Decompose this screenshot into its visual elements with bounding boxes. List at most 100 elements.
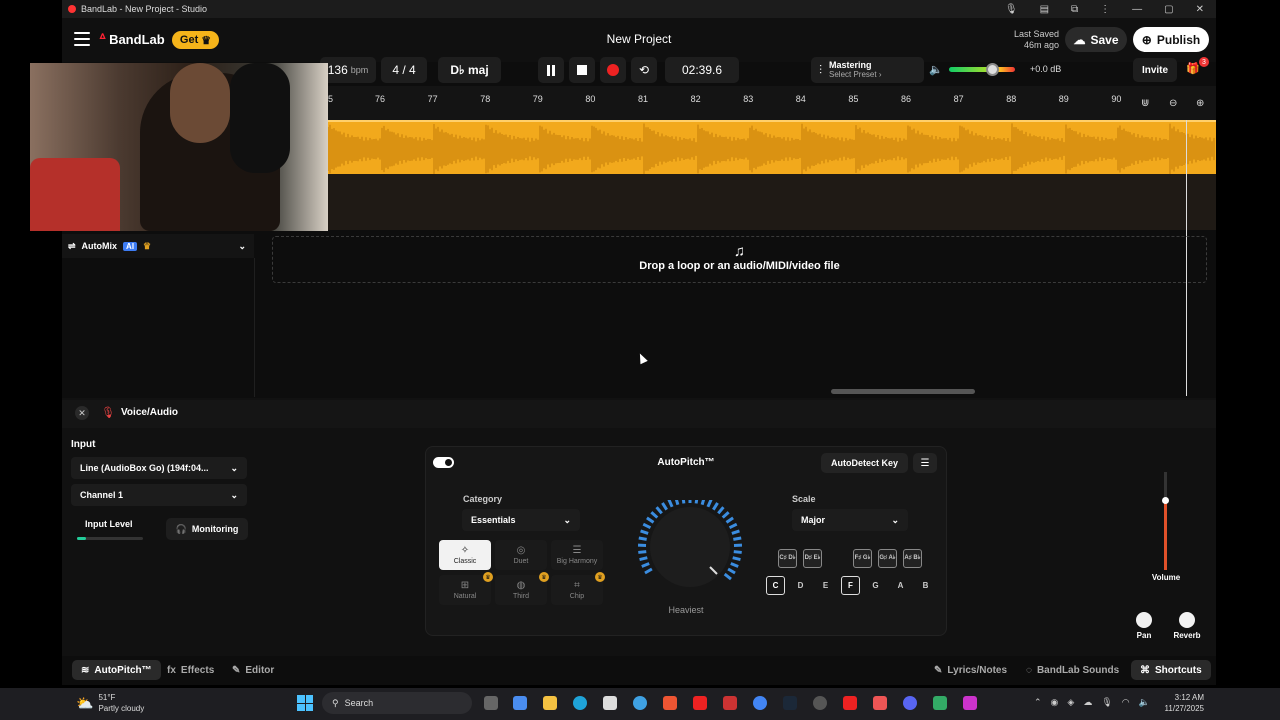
discord-icon[interactable]: [903, 696, 917, 710]
timeline-ruler[interactable]: 5 76 77 78 79 80 81 82 83 84 85 86 87 88 89 90: [328, 86, 1216, 120]
mastering-button[interactable]: ⫶ Mastering Select Preset ›: [811, 57, 924, 83]
maximize-button[interactable]: ▢: [1164, 4, 1173, 15]
master-volume-slider[interactable]: [949, 67, 1015, 72]
note-key[interactable]: G: [866, 576, 885, 595]
tab-bandlab-sounds[interactable]: ◌ BandLab Sounds: [1017, 660, 1128, 680]
app-icon[interactable]: [933, 696, 947, 710]
edge-icon[interactable]: [573, 696, 587, 710]
file-explorer-icon[interactable]: [543, 696, 557, 710]
close-window-button[interactable]: ✕: [1196, 4, 1204, 15]
extensions-icon[interactable]: ⧉: [1071, 4, 1078, 15]
taskbar-clock[interactable]: 3:12 AM 11/27/2025: [1158, 692, 1204, 714]
scale-select[interactable]: Major ⌄: [792, 509, 908, 531]
bandlab-taskbar-icon[interactable]: [843, 696, 857, 710]
zoom-in-icon[interactable]: ⊕: [1196, 98, 1210, 112]
settings-sliders-icon[interactable]: ☰: [913, 453, 937, 473]
track-lane[interactable]: [328, 174, 1216, 230]
autopitch-title: AutoPitch™: [657, 457, 715, 468]
app-icon[interactable]: [813, 696, 827, 710]
input-device-select[interactable]: Line (AudioBox Go) (194f:04... ⌄: [71, 457, 247, 479]
tab-effects[interactable]: fx Effects: [158, 660, 223, 680]
menu-icon[interactable]: [74, 32, 90, 46]
app-icon[interactable]: [633, 696, 647, 710]
tab-autopitch[interactable]: ≋ AutoPitch™: [72, 660, 161, 680]
note-key[interactable]: D: [791, 576, 810, 595]
app-icon[interactable]: [663, 696, 677, 710]
key-box[interactable]: D♭ maj: [438, 57, 501, 83]
tray-app-icon[interactable]: ◈: [1067, 697, 1074, 708]
microphone-icon[interactable]: 🎙: [1101, 697, 1112, 708]
publish-button[interactable]: ⊕ Publish: [1133, 27, 1209, 52]
project-title[interactable]: New Project: [560, 32, 718, 46]
tab-shortcuts[interactable]: ⌘ Shortcuts: [1131, 660, 1211, 680]
sharp-note-key[interactable]: A♯ B♭: [903, 549, 922, 568]
record-button[interactable]: [600, 57, 626, 83]
preset-duet[interactable]: ◎ Duet: [495, 540, 547, 570]
sharp-note-key[interactable]: C♯ D♭: [778, 549, 797, 568]
get-membership-button[interactable]: Get ♛: [172, 31, 219, 49]
chrome-icon[interactable]: [753, 696, 767, 710]
monitoring-button[interactable]: 🎧 Monitoring: [166, 518, 248, 540]
weather-widget[interactable]: ⛅ 51°F Partly cloudy: [76, 692, 144, 714]
invite-button[interactable]: Invite: [1133, 58, 1177, 82]
taskbar-search[interactable]: ⚲ Search: [322, 692, 472, 714]
pan-knob[interactable]: [1136, 612, 1152, 628]
pause-button[interactable]: [538, 57, 564, 83]
snap-magnet-icon[interactable]: ⋓: [1141, 98, 1155, 112]
drop-zone[interactable]: ♫ Drop a loop or an audio/MIDI/video fil…: [272, 236, 1207, 283]
sharp-note-key[interactable]: D♯ E♭: [803, 549, 822, 568]
sharp-note-key[interactable]: F♯ G♭: [853, 549, 872, 568]
preset-big-harmony[interactable]: ☰ Big Harmony: [551, 540, 603, 570]
note-key[interactable]: A: [891, 576, 910, 595]
youtube-icon[interactable]: [693, 696, 707, 710]
bandlab-logo[interactable]: ᐞ BandLab: [99, 31, 165, 47]
horizontal-scrollbar[interactable]: [831, 389, 975, 394]
more-icon[interactable]: ⋮: [1100, 4, 1110, 15]
note-key[interactable]: F: [841, 576, 860, 595]
note-key[interactable]: C: [766, 576, 785, 595]
master-volume-handle[interactable]: [986, 63, 999, 76]
sidebar-icon[interactable]: ▤: [1040, 4, 1049, 15]
autodetect-key-button[interactable]: AutoDetect Key: [821, 453, 908, 473]
reverb-knob[interactable]: [1179, 612, 1195, 628]
chevron-down-icon[interactable]: ⌄: [238, 241, 246, 252]
close-panel-button[interactable]: ✕: [75, 406, 89, 420]
note-key[interactable]: B: [916, 576, 935, 595]
autopitch-strength-knob[interactable]: [632, 495, 748, 600]
wifi-icon[interactable]: ◠: [1122, 697, 1130, 708]
stop-button[interactable]: [569, 57, 595, 83]
loop-button[interactable]: ⟲: [631, 57, 657, 83]
tray-app-icon[interactable]: ◉: [1051, 697, 1059, 708]
sharp-note-key[interactable]: G♯ A♭: [878, 549, 897, 568]
minimize-button[interactable]: —: [1132, 4, 1142, 15]
windows-start-icon[interactable]: [297, 695, 313, 711]
app-icon[interactable]: [723, 696, 737, 710]
channel-select[interactable]: Channel 1 ⌄: [71, 484, 247, 506]
save-button[interactable]: ☁ Save: [1065, 27, 1127, 52]
tempo-box[interactable]: 136 bpm: [320, 57, 376, 83]
autopitch-toggle[interactable]: [433, 457, 454, 468]
audio-clip[interactable]: [328, 120, 1216, 174]
speaker-icon[interactable]: 🔈: [929, 63, 943, 76]
tab-editor[interactable]: ✎ Editor: [223, 660, 283, 680]
volume-icon[interactable]: 🔈: [1139, 697, 1150, 708]
zoom-out-icon[interactable]: ⊖: [1169, 98, 1183, 112]
tab-lyrics-notes[interactable]: ✎ Lyrics/Notes: [925, 660, 1016, 680]
category-select[interactable]: Essentials ⌄: [462, 509, 580, 531]
track-volume-handle[interactable]: [1162, 497, 1169, 504]
app-icon[interactable]: [873, 696, 887, 710]
system-tray[interactable]: ⌃ ◉ ◈ ☁ 🎙 ◠ 🔈: [1034, 697, 1150, 708]
task-view-icon[interactable]: [484, 696, 498, 710]
store-icon[interactable]: [603, 696, 617, 710]
gift-icon[interactable]: 🎁: [1186, 62, 1200, 76]
note-key[interactable]: E: [816, 576, 835, 595]
mic-icon[interactable]: 🎙: [1005, 4, 1018, 15]
copilot-icon[interactable]: [513, 696, 527, 710]
time-signature-box[interactable]: 4 / 4: [381, 57, 427, 83]
automix-row[interactable]: ⇌ AutoMix AI ♛ ⌄: [62, 234, 254, 258]
chevron-up-icon[interactable]: ⌃: [1034, 697, 1042, 708]
tray-app-icon[interactable]: ☁: [1083, 697, 1092, 708]
app-icon[interactable]: [963, 696, 977, 710]
preset-classic[interactable]: ✧ Classic: [439, 540, 491, 570]
steam-icon[interactable]: [783, 696, 797, 710]
